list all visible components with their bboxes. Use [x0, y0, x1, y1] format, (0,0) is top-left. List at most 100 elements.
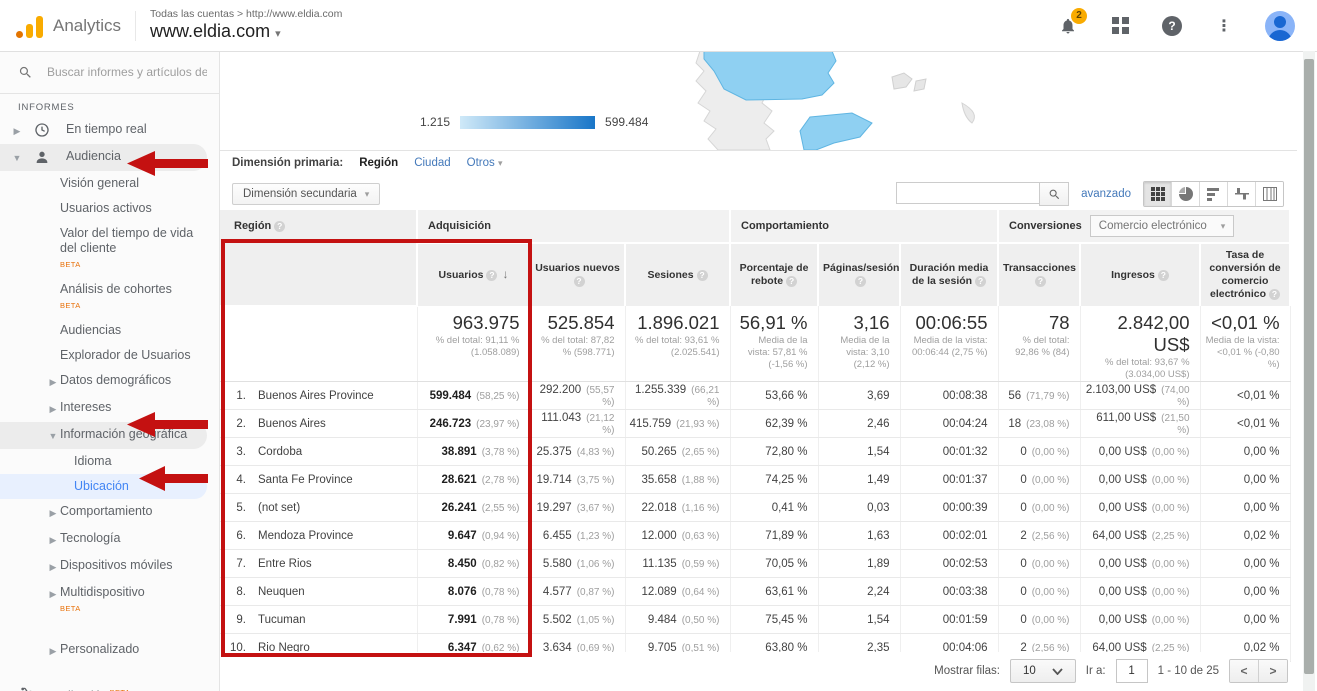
user-avatar[interactable] [1265, 11, 1295, 41]
sidebar-item-comportamiento[interactable]: ▶Comportamiento [0, 499, 219, 526]
goto-page-input[interactable] [1116, 659, 1148, 683]
sidebar-item-audiencias[interactable]: Audiencias [0, 318, 219, 343]
column-header-sesiones[interactable]: Sesiones? [625, 243, 730, 306]
account-name[interactable]: www.eldia.com ▾ [150, 21, 342, 44]
sidebar-item-datos-demograficos[interactable]: ▶Datos demográficos [0, 368, 219, 395]
column-header-usuarios-nuevos[interactable]: Usuarios nuevos? [530, 243, 625, 306]
help-bubble-icon[interactable]: ? [1035, 276, 1046, 287]
table-row[interactable]: 6.Mendoza Province 9.647(0,94 %) 6.455(1… [220, 522, 1290, 550]
column-header-duracion-media-de-la-sesion[interactable]: Duración media de la sesión? [900, 243, 998, 306]
help-bubble-icon[interactable]: ? [486, 270, 497, 281]
column-header-porcentaje-de-rebote[interactable]: Porcentaje de rebote? [730, 243, 818, 306]
expand-caret-icon[interactable]: ▶ [46, 587, 60, 602]
map-region-highlight-2[interactable] [800, 113, 872, 150]
sidebar-item-valor-del-tiempo-de-vida-del-cliente[interactable]: Valor del tiempo de vida del clienteBETA [0, 221, 219, 277]
expand-caret-icon[interactable]: ▶ [46, 644, 60, 659]
expand-caret-icon[interactable]: ▼ [10, 151, 24, 166]
analytics-logo-icon[interactable] [16, 14, 43, 38]
help-bubble-icon[interactable]: ? [975, 276, 986, 287]
dimension-region[interactable]: Región [359, 157, 398, 169]
more-options-icon[interactable]: ⋮ [1213, 15, 1235, 37]
table-row[interactable]: 2.Buenos Aires 246.723(23,97 %) 111.043(… [220, 410, 1290, 438]
expand-caret-icon[interactable]: ▶ [10, 124, 24, 139]
sort-descending-icon[interactable]: ↓ [502, 267, 508, 281]
sidebar-item-atribucion[interactable]: AtribuciónBETA [0, 680, 219, 691]
prev-page-button[interactable]: < [1230, 660, 1258, 682]
sidebar-item-tecnologia[interactable]: ▶Tecnología [0, 526, 219, 553]
summary-pages: 3,16Media de la vista: 3,10 (2,12 %) [818, 306, 900, 382]
expand-caret-icon[interactable]: ▼ [46, 429, 60, 444]
apps-grid-icon[interactable] [1109, 15, 1131, 37]
account-switcher[interactable]: Todas las cuentas > http://www.eldia.com… [150, 8, 342, 44]
view-percentage-button[interactable] [1171, 182, 1199, 206]
summary-transactions: 78% del total: 92,86 % (84) [998, 306, 1080, 382]
view-performance-button[interactable] [1199, 182, 1227, 206]
table-row[interactable]: 1.Buenos Aires Province 599.484(58,25 %)… [220, 382, 1290, 410]
dimension-city[interactable]: Ciudad [414, 157, 450, 169]
sidebar-item-usuarios-activos[interactable]: Usuarios activos [0, 196, 219, 221]
sidebar-item-idioma[interactable]: Idioma [0, 449, 219, 474]
sidebar-item-analisis-de-cohortes[interactable]: Análisis de cohortesBETA [0, 277, 219, 318]
secondary-dimension-button[interactable]: Dimensión secundaria▾ [232, 183, 380, 205]
sidebar-item-multidispositivo[interactable]: ▶MultidispositivoBETA [0, 580, 219, 621]
help-bubble-icon[interactable]: ? [1269, 289, 1280, 300]
next-page-button[interactable]: > [1258, 660, 1287, 682]
sidebar-item-personalizado[interactable]: ▶Personalizado [0, 637, 219, 664]
column-header-ingresos[interactable]: Ingresos? [1080, 243, 1200, 306]
column-header-paginas-sesion[interactable]: Páginas/sesión? [818, 243, 900, 306]
view-table-button[interactable] [1144, 182, 1171, 206]
breadcrumb: Todas las cuentas > http://www.eldia.com [150, 8, 342, 21]
table-row[interactable]: 9.Tucuman 7.991(0,78 %) 5.502(1,05 %) 9.… [220, 606, 1290, 634]
help-bubble-icon[interactable]: ? [855, 276, 866, 287]
reports-section-label: INFORMES [18, 102, 219, 113]
sidebar-item-dispositivos-moviles[interactable]: ▶Dispositivos móviles [0, 553, 219, 580]
scrollbar-thumb[interactable] [1304, 59, 1314, 674]
sidebar-item-en-tiempo-real[interactable]: ▶En tiempo real [0, 117, 219, 144]
sidebar-search-input[interactable] [45, 64, 209, 80]
geo-map[interactable] [620, 51, 1050, 150]
expand-caret-icon[interactable]: ▶ [46, 402, 60, 417]
summary-sessions: 1.896.021% del total: 93,61 % (2.025.541… [625, 306, 730, 382]
vertical-scrollbar[interactable] [1303, 51, 1315, 691]
rows-per-page-select[interactable]: 10 [1010, 659, 1076, 683]
legend-min: 1.215 [420, 115, 450, 129]
sidebar-item-intereses[interactable]: ▶Intereses [0, 395, 219, 422]
person-icon [34, 149, 50, 165]
expand-caret-icon[interactable]: ▶ [46, 375, 60, 390]
help-icon[interactable]: ? [1161, 15, 1183, 37]
table-row[interactable]: 8.Neuquen 8.076(0,78 %) 4.577(0,87 %) 12… [220, 578, 1290, 606]
expand-caret-icon[interactable]: ▶ [46, 506, 60, 521]
column-header-tasa-de-conversion-de-comercio-electronico[interactable]: Tasa de conversión de comercio electróni… [1200, 243, 1290, 306]
help-bubble-icon[interactable]: ? [274, 221, 285, 232]
region-column-header[interactable]: Región? [220, 210, 417, 306]
table-row[interactable]: 3.Cordoba 38.891(3,78 %) 25.375(4,83 %) … [220, 438, 1290, 466]
sidebar-item-vision-general[interactable]: Visión general [0, 171, 219, 196]
table-row[interactable]: 7.Entre Rios 8.450(0,82 %) 5.580(1,06 %)… [220, 550, 1290, 578]
sidebar-item-audiencia[interactable]: ▼Audiencia [0, 144, 207, 171]
column-header-usuarios[interactable]: Usuarios?↓ [417, 243, 530, 306]
view-comparison-button[interactable] [1227, 182, 1255, 206]
sidebar-item-explorador-de-usuarios[interactable]: Explorador de Usuarios [0, 343, 219, 368]
conversions-type-dropdown[interactable]: Comercio electrónico▾ [1090, 215, 1235, 237]
sidebar-item-informacion-geografica[interactable]: ▼Información geográfica [0, 422, 207, 449]
sidebar-item-label: Tecnología [60, 531, 120, 545]
expand-caret-icon[interactable]: ▶ [46, 560, 60, 575]
table-view-icon [1151, 187, 1165, 201]
help-bubble-icon[interactable]: ? [786, 276, 797, 287]
expand-caret-icon[interactable]: ▶ [46, 533, 60, 548]
dimension-others[interactable]: Otros ▾ [467, 157, 503, 169]
advanced-link[interactable]: avanzado [1081, 188, 1131, 200]
column-header-transacciones[interactable]: Transacciones? [998, 243, 1080, 306]
table-search-input[interactable] [896, 182, 1039, 204]
sidebar-search[interactable] [0, 51, 219, 94]
table-search-button[interactable] [1039, 182, 1069, 206]
help-bubble-icon[interactable]: ? [1158, 270, 1169, 281]
table-row[interactable]: 5.(not set) 26.241(2,55 %) 19.297(3,67 %… [220, 494, 1290, 522]
help-bubble-icon[interactable]: ? [697, 270, 708, 281]
help-bubble-icon[interactable]: ? [574, 276, 585, 287]
view-pivot-button[interactable] [1255, 182, 1283, 206]
notifications-bell-icon[interactable]: 2 [1057, 15, 1079, 37]
column-header-label: Ingresos [1111, 269, 1155, 281]
sidebar-item-ubicacion[interactable]: Ubicación [0, 474, 207, 499]
table-row[interactable]: 4.Santa Fe Province 28.621(2,78 %) 19.71… [220, 466, 1290, 494]
